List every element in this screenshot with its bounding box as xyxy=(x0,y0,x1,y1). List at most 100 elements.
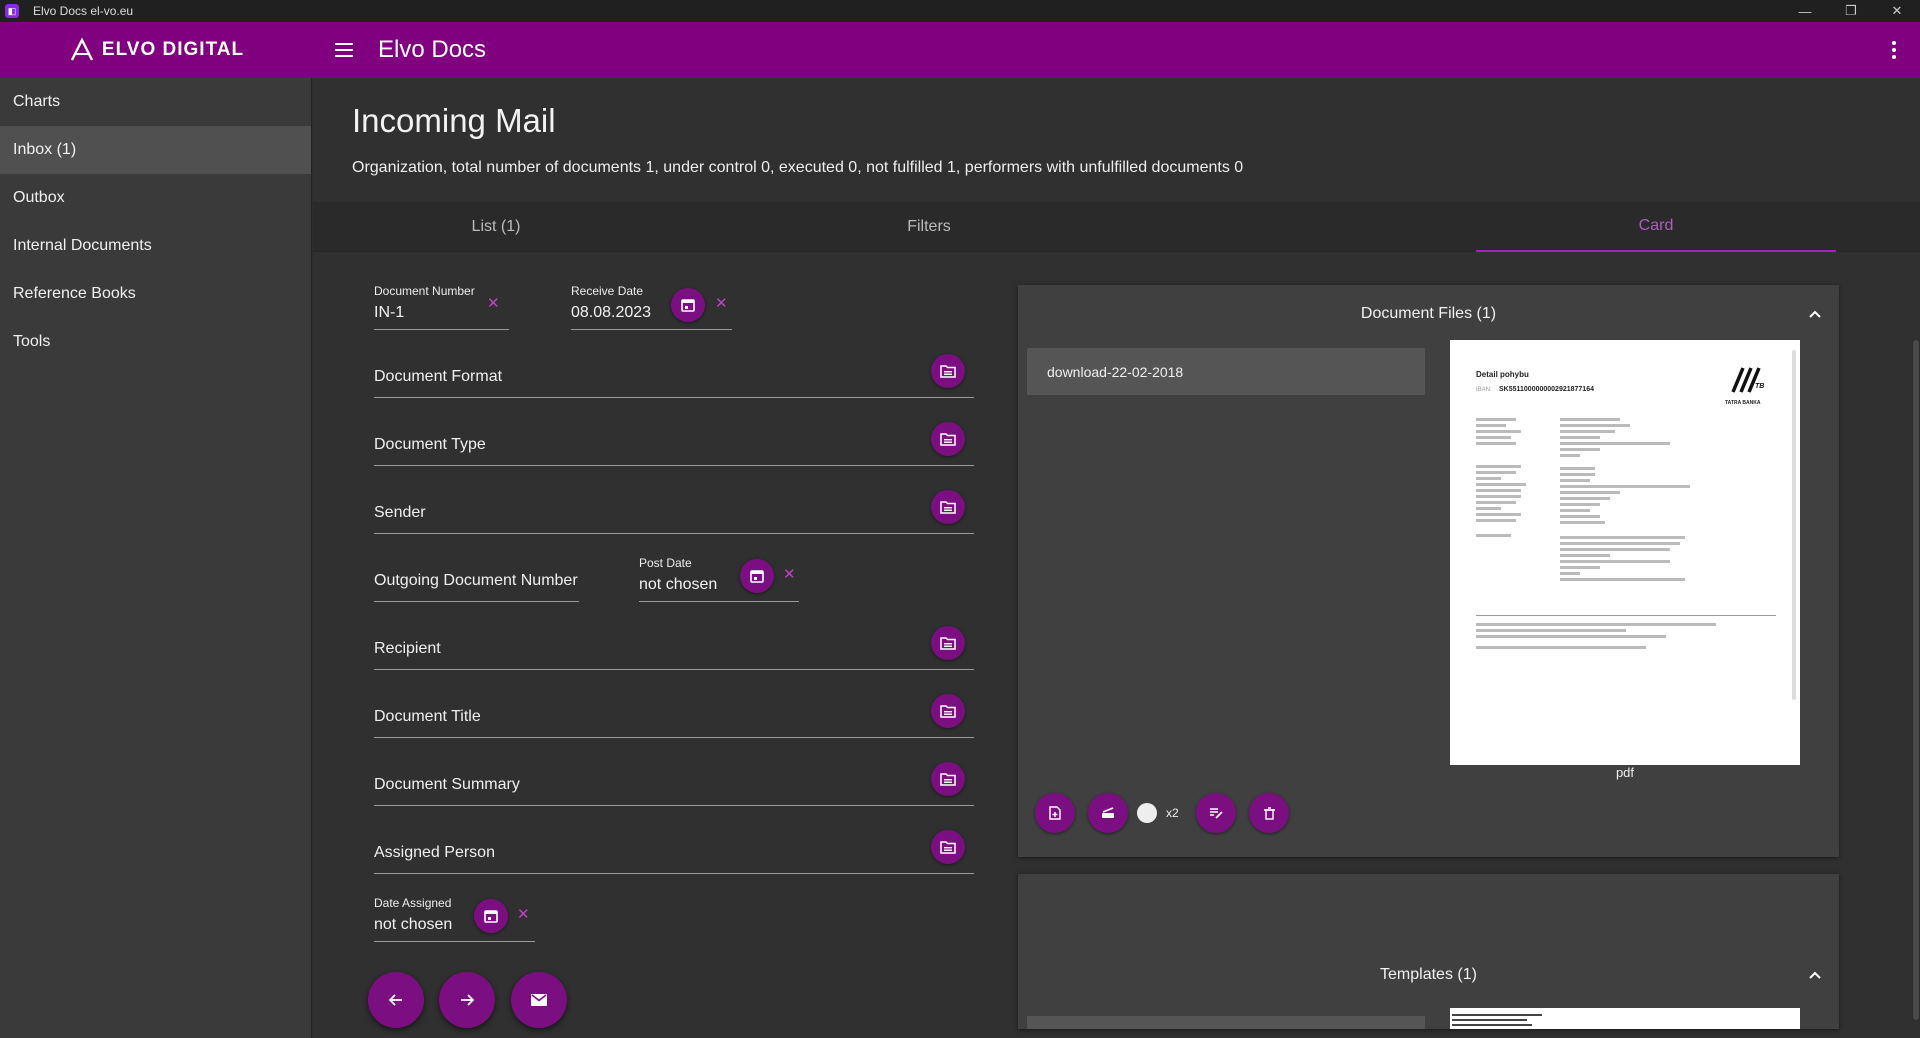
document-title-select-button[interactable] xyxy=(931,694,965,728)
send-mail-button[interactable] xyxy=(511,972,567,1028)
recipient-field[interactable]: Recipient xyxy=(374,626,974,670)
templates-panel: Templates (1) xyxy=(1018,874,1839,1029)
sender-select-button[interactable] xyxy=(931,490,965,524)
sidebar-item-charts[interactable]: Charts xyxy=(0,78,311,126)
preview-iban: SK5511000000002921877164 xyxy=(1499,386,1594,393)
folder-list-icon xyxy=(940,773,956,786)
template-preview[interactable] xyxy=(1450,1008,1800,1029)
post-date-field[interactable]: Post Date not chosen xyxy=(639,556,799,602)
sidebar-item-tools[interactable]: Tools xyxy=(0,318,311,366)
folder-list-icon xyxy=(940,841,956,854)
templates-title: Templates (1) xyxy=(1380,966,1477,983)
folder-list-icon xyxy=(940,637,956,650)
file-type-label: pdf xyxy=(1615,765,1635,780)
sidebar-item-reference-books[interactable]: Reference Books xyxy=(0,270,311,318)
collapse-templates-button[interactable] xyxy=(1805,965,1825,985)
edit-file-button[interactable] xyxy=(1196,793,1236,833)
preview-iban-label: IBAN: xyxy=(1476,387,1492,393)
template-list-item[interactable] xyxy=(1027,1016,1425,1029)
date-assigned-picker-button[interactable] xyxy=(474,899,508,933)
bank-logo: TB xyxy=(1729,366,1773,398)
document-number-label: Document Number xyxy=(374,284,475,298)
sidebar-item-label: Tools xyxy=(13,333,51,350)
folder-list-icon xyxy=(940,433,956,446)
brand-logo[interactable]: ELVO DIGITAL xyxy=(0,38,312,62)
receive-date-field[interactable]: Receive Date 08.08.2023 xyxy=(571,284,732,330)
post-date-picker-button[interactable] xyxy=(740,559,774,593)
clear-document-number-icon[interactable]: ✕ xyxy=(487,294,500,312)
file-list-item[interactable]: download-22-02-2018 xyxy=(1027,348,1425,395)
sidebar-item-inbox[interactable]: Inbox (1) xyxy=(0,126,311,174)
collapse-files-button[interactable] xyxy=(1805,304,1825,324)
main-content: Incoming Mail Organization, total number… xyxy=(313,78,1920,1038)
minimize-button[interactable]: — xyxy=(1782,0,1828,22)
page-title: Incoming Mail xyxy=(352,102,556,139)
app-icon: ◧ xyxy=(5,4,19,18)
folder-list-icon xyxy=(940,705,956,718)
sidebar-item-label: Charts xyxy=(13,93,61,110)
scan-resolution-toggle[interactable] xyxy=(1137,803,1157,823)
restore-button[interactable]: ❐ xyxy=(1828,0,1874,22)
sidebar-item-label: Outbox xyxy=(13,189,65,206)
calendar-icon xyxy=(750,570,764,583)
zoom-label: x2 xyxy=(1166,806,1179,820)
assigned-person-select-button[interactable] xyxy=(931,830,965,864)
folder-list-icon xyxy=(940,365,956,378)
tab-filters[interactable]: Filters xyxy=(679,202,1179,252)
arrow-right-icon xyxy=(461,994,474,1006)
preview-scrollbar[interactable] xyxy=(1792,350,1796,700)
edit-note-icon xyxy=(1210,808,1223,819)
previous-document-button[interactable] xyxy=(368,972,424,1028)
document-summary-label: Document Summary xyxy=(374,776,520,793)
arrow-left-icon xyxy=(389,994,402,1006)
clear-date-assigned-icon[interactable]: ✕ xyxy=(517,905,530,923)
sender-label: Sender xyxy=(374,504,426,521)
chevron-up-icon xyxy=(1809,971,1821,979)
outgoing-document-number-field[interactable]: Outgoing Document Number xyxy=(374,558,579,602)
sender-field[interactable]: Sender xyxy=(374,490,974,534)
document-preview[interactable]: Detail pohybu IBAN: SK551100000000292187… xyxy=(1450,340,1800,765)
tab-bar: List (1) Filters Card xyxy=(313,202,1920,252)
calendar-icon xyxy=(484,910,498,923)
clear-receive-date-icon[interactable]: ✕ xyxy=(715,294,728,312)
window-titlebar: ◧ Elvo Docs el-vo.eu — ❐ ✕ xyxy=(0,0,1920,22)
trash-icon xyxy=(1263,806,1275,820)
window-controls: — ❐ ✕ xyxy=(1782,0,1920,22)
sidebar-item-outbox[interactable]: Outbox xyxy=(0,174,311,222)
clear-post-date-icon[interactable]: ✕ xyxy=(783,565,796,583)
scan-button[interactable] xyxy=(1088,793,1128,833)
next-document-button[interactable] xyxy=(439,972,495,1028)
document-summary-field[interactable]: Document Summary xyxy=(374,762,974,806)
preview-divider xyxy=(1476,615,1776,616)
date-assigned-field[interactable]: Date Assigned not chosen xyxy=(374,896,535,942)
close-window-button[interactable]: ✕ xyxy=(1874,0,1920,22)
document-summary-select-button[interactable] xyxy=(931,762,965,796)
calendar-icon xyxy=(681,299,695,312)
more-options-button[interactable] xyxy=(1880,36,1908,64)
document-type-field[interactable]: Document Type xyxy=(374,422,974,466)
page-scrollbar-thumb[interactable] xyxy=(1913,340,1919,1020)
document-type-select-button[interactable] xyxy=(931,422,965,456)
document-title-field[interactable]: Document Title xyxy=(374,694,974,738)
document-number-value: IN-1 xyxy=(374,304,405,321)
document-format-field[interactable]: Document Format xyxy=(374,354,974,398)
preview-labels xyxy=(1476,415,1556,540)
preview-footer xyxy=(1476,620,1776,652)
add-file-button[interactable] xyxy=(1035,793,1075,833)
receive-date-label: Receive Date xyxy=(571,284,644,298)
document-files-panel: Document Files (1) download-22-02-2018 D… xyxy=(1018,285,1839,857)
assigned-person-field[interactable]: Assigned Person xyxy=(374,830,974,874)
sidebar-item-internal-documents[interactable]: Internal Documents xyxy=(0,222,311,270)
document-format-select-button[interactable] xyxy=(931,354,965,388)
file-add-icon xyxy=(1049,806,1061,820)
documents-summary: Organization, total number of documents … xyxy=(352,159,1244,176)
document-type-label: Document Type xyxy=(374,436,486,453)
tab-list[interactable]: List (1) xyxy=(313,202,679,252)
app-bar: ELVO DIGITAL Elvo Docs xyxy=(0,22,1920,78)
tab-card[interactable]: Card xyxy=(1476,202,1836,252)
delete-file-button[interactable] xyxy=(1249,793,1289,833)
recipient-select-button[interactable] xyxy=(931,626,965,660)
file-name: download-22-02-2018 xyxy=(1047,363,1184,380)
receive-date-picker-button[interactable] xyxy=(671,288,705,322)
hamburger-menu-button[interactable] xyxy=(328,34,360,66)
